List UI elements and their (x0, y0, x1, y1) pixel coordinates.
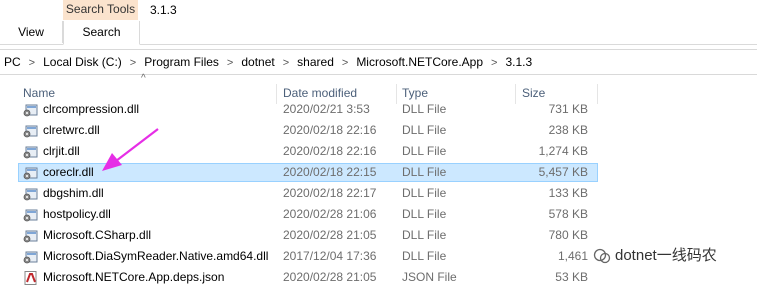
wechat-icon (593, 248, 611, 264)
file-type: DLL File (402, 228, 447, 242)
breadcrumb-microsoft-netcore-app[interactable]: Microsoft.NETCore.App (356, 55, 483, 69)
file-name[interactable]: coreclr.dll (43, 162, 94, 183)
window-title: 3.1.3 (150, 3, 177, 17)
annotation-arrow-icon (102, 128, 159, 171)
tab-view[interactable]: View (0, 21, 63, 43)
file-date-modified: 2020/02/28 21:05 (283, 228, 377, 242)
chevron-right-icon[interactable]: > (130, 57, 136, 69)
file-size: 780 KB (548, 228, 588, 242)
search-tools-contextual-header: Search Tools (63, 0, 138, 20)
file-size: 53 KB (555, 270, 588, 284)
file-size: 1,274 KB (538, 144, 588, 158)
file-size: 731 KB (548, 102, 588, 116)
file-size: 5,457 KB (538, 165, 588, 179)
dll-file-icon (23, 145, 39, 159)
breadcrumb: PC > Local Disk (C:) > Program Files > dotnet >… (4, 55, 532, 69)
chevron-right-icon[interactable]: > (283, 57, 289, 69)
chevron-right-icon[interactable]: > (491, 57, 497, 69)
breadcrumb-dotnet[interactable]: dotnet (241, 55, 274, 69)
dll-file-icon (23, 229, 39, 243)
file-date-modified: 2020/02/18 22:17 (283, 186, 377, 200)
watermark: dotnet一线码农 (593, 244, 757, 268)
breadcrumb-version[interactable]: 3.1.3 (505, 55, 532, 69)
file-date-modified: 2020/02/18 22:15 (283, 165, 377, 179)
breadcrumb-pc[interactable]: PC (4, 55, 21, 69)
file-date-modified: 2020/02/21 3:53 (283, 102, 370, 116)
dll-file-icon (23, 208, 39, 222)
file-type: DLL File (402, 123, 447, 137)
file-name[interactable]: Microsoft.CSharp.dll (43, 225, 151, 246)
chevron-right-icon[interactable]: > (342, 57, 348, 69)
table-row[interactable]: Microsoft.NETCore.App.deps.json 2020/02/2… (0, 267, 757, 288)
file-size: 1,461 (557, 249, 588, 263)
file-name[interactable]: hostpolicy.dll (43, 204, 111, 225)
file-name[interactable]: dbgshim.dll (43, 183, 104, 204)
file-date-modified: 2020/02/28 21:05 (283, 270, 377, 284)
file-date-modified: 2020/02/18 22:16 (283, 144, 377, 158)
watermark-text: dotnet一线码农 (615, 247, 717, 264)
json-file-icon (23, 271, 39, 285)
dll-file-icon (23, 250, 39, 264)
tab-search[interactable]: Search (63, 21, 140, 45)
table-row[interactable]: clrcompression.dll 2020/02/21 3:53 DLL Fil… (0, 99, 757, 120)
file-name[interactable]: clretwrc.dll (43, 120, 100, 141)
table-row[interactable]: hostpolicy.dll 2020/02/28 21:06 DLL File 57… (0, 204, 757, 225)
file-size: 133 KB (548, 186, 588, 200)
ribbon: Search Tools 3.1.3 View Search (0, 0, 757, 45)
file-date-modified: 2020/02/18 22:16 (283, 123, 377, 137)
table-row[interactable]: dbgshim.dll 2020/02/18 22:17 DLL File 133 K… (0, 183, 757, 204)
dll-file-icon (23, 124, 39, 138)
file-name[interactable]: Microsoft.NETCore.App.deps.json (43, 267, 224, 288)
file-size: 578 KB (548, 207, 588, 221)
file-name[interactable]: Microsoft.DiaSymReader.Native.amd64.dll (43, 246, 268, 267)
breadcrumb-program-files[interactable]: Program Files (144, 55, 219, 69)
file-type: DLL File (402, 102, 447, 116)
file-date-modified: 2020/02/28 21:06 (283, 207, 377, 221)
file-type: DLL File (402, 249, 447, 263)
file-name[interactable]: clrcompression.dll (43, 99, 139, 120)
address-bar[interactable]: PC > Local Disk (C:) > Program Files > dotnet >… (0, 49, 757, 75)
chevron-right-icon[interactable]: > (227, 57, 233, 69)
dll-file-icon (23, 166, 39, 180)
file-type: DLL File (402, 165, 447, 179)
file-type: DLL File (402, 144, 447, 158)
breadcrumb-shared[interactable]: shared (297, 55, 334, 69)
breadcrumb-local-disk[interactable]: Local Disk (C:) (43, 55, 122, 69)
file-type: DLL File (402, 186, 447, 200)
file-name[interactable]: clrjit.dll (43, 141, 80, 162)
file-type: JSON File (402, 270, 457, 284)
file-size: 238 KB (548, 123, 588, 137)
sort-ascending-icon: ^ (141, 73, 146, 84)
file-date-modified: 2017/12/04 17:36 (283, 249, 377, 263)
dll-file-icon (23, 103, 39, 117)
file-type: DLL File (402, 207, 447, 221)
dll-file-icon (23, 187, 39, 201)
chevron-right-icon[interactable]: > (29, 57, 35, 69)
table-row[interactable]: Microsoft.CSharp.dll 2020/02/28 21:05 DLL … (0, 225, 757, 246)
